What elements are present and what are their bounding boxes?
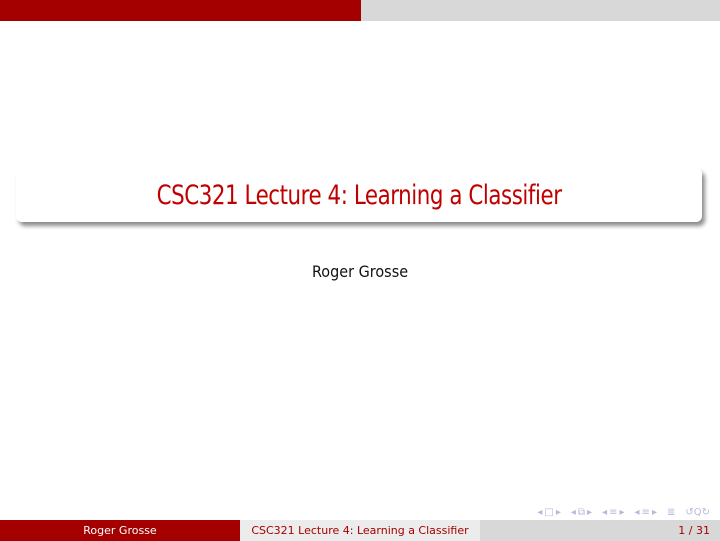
section-icon[interactable]: ≡ bbox=[642, 507, 650, 518]
frame-icon[interactable]: ⧉ bbox=[578, 507, 585, 518]
frame-nav[interactable]: ◂ ⧉ ▸ bbox=[571, 507, 592, 518]
slide-title: CSC321 Lecture 4: Learning a Classifier bbox=[156, 179, 562, 211]
slide-author: Roger Grosse bbox=[311, 262, 409, 281]
progress-header-bar bbox=[0, 0, 720, 21]
title-box: CSC321 Lecture 4: Learning a Classifier bbox=[16, 168, 702, 222]
nav-right-arrow-icon[interactable]: ▸ bbox=[587, 507, 592, 518]
nav-left-arrow-icon[interactable]: ◂ bbox=[537, 507, 542, 518]
header-bar-gray bbox=[361, 0, 720, 21]
beamer-navigation: ◂ □ ▸ ◂ ⧉ ▸ ◂ ≡ ▸ ◂ ≡ ▸ ≣ ↺Q↻ bbox=[537, 505, 710, 519]
nav-right-arrow-icon[interactable]: ▸ bbox=[619, 507, 624, 518]
nav-left-arrow-icon[interactable]: ◂ bbox=[602, 507, 607, 518]
footer-title: CSC321 Lecture 4: Learning a Classifier bbox=[240, 520, 480, 541]
slide-icon[interactable]: □ bbox=[544, 507, 553, 518]
footer-author: Roger Grosse bbox=[0, 520, 240, 541]
slide-nav[interactable]: ◂ □ ▸ bbox=[537, 507, 561, 518]
nav-right-arrow-icon[interactable]: ▸ bbox=[652, 507, 657, 518]
header-bar-accent bbox=[0, 0, 361, 21]
subsection-nav[interactable]: ◂ ≡ ▸ bbox=[602, 507, 624, 518]
nav-left-arrow-icon[interactable]: ◂ bbox=[571, 507, 576, 518]
section-nav[interactable]: ◂ ≡ ▸ bbox=[635, 507, 657, 518]
footer-bar: Roger Grosse CSC321 Lecture 4: Learning … bbox=[0, 520, 720, 541]
outline-icon[interactable]: ≣ bbox=[667, 507, 675, 518]
subsection-icon[interactable]: ≡ bbox=[609, 507, 617, 518]
footer-page-number: 1 / 31 bbox=[480, 520, 720, 541]
search-back-forward-icon[interactable]: ↺Q↻ bbox=[685, 507, 710, 518]
nav-right-arrow-icon[interactable]: ▸ bbox=[556, 507, 561, 518]
nav-left-arrow-icon[interactable]: ◂ bbox=[635, 507, 640, 518]
